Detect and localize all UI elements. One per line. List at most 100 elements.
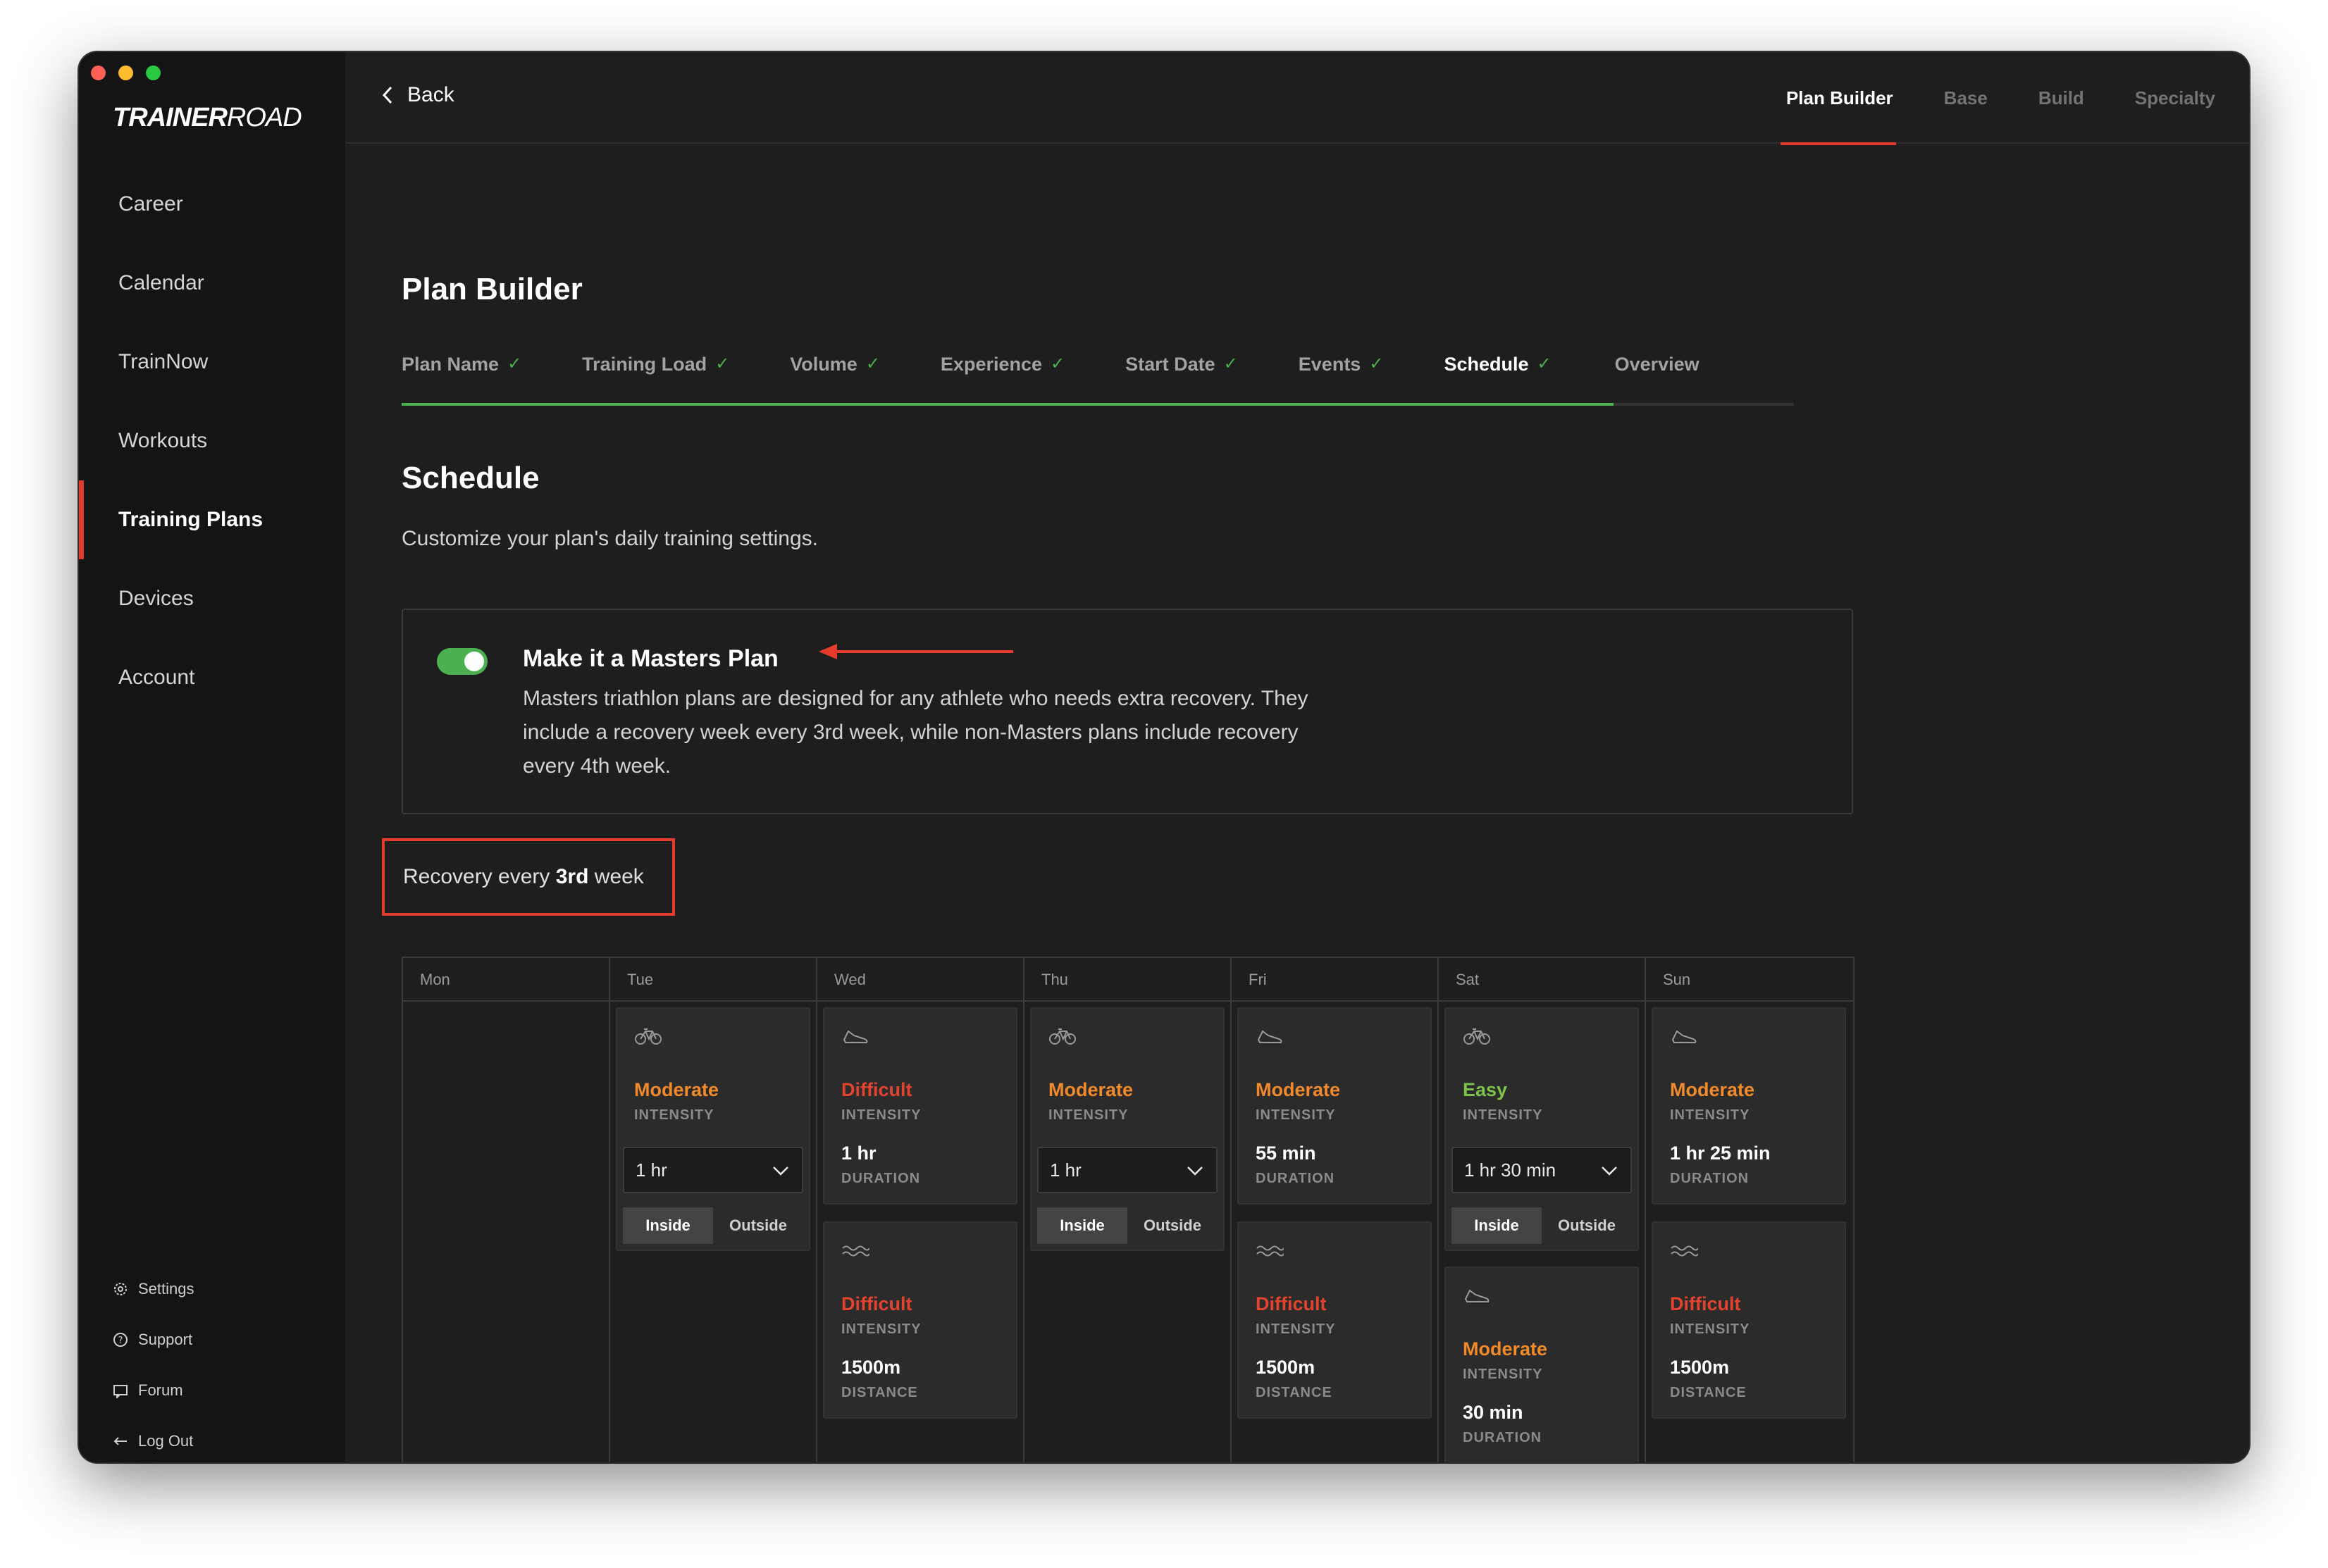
sidebar-item-label: Training Plans xyxy=(118,508,264,531)
day-label-mon: Mon xyxy=(420,971,450,988)
duration-label: DURATION xyxy=(1670,1171,1750,1186)
logout-icon xyxy=(113,1437,127,1445)
step-progress: Plan Name ✓ Training Load ✓ Volume ✓ Experi… xyxy=(402,354,1794,393)
workout-card-sun-run[interactable]: Moderate INTENSITY 1 hr 25 min DURATION xyxy=(1652,1007,1846,1205)
outside-option[interactable]: Outside xyxy=(713,1207,803,1244)
intensity-value: Moderate xyxy=(1670,1079,1755,1100)
distance-label: DISTANCE xyxy=(1256,1385,1332,1400)
run-shoe-icon xyxy=(1671,1030,1697,1043)
step-schedule[interactable]: Schedule ✓ xyxy=(1444,354,1551,393)
sidebar-nav: Career Calendar TrainNow Workouts Traini… xyxy=(79,165,345,717)
sidebar-item-calendar[interactable]: Calendar xyxy=(79,244,345,323)
workout-card-sun-swim[interactable]: Difficult INTENSITY 1500m DISTANCE xyxy=(1652,1221,1846,1419)
workout-card-thu-bike[interactable]: Moderate INTENSITY 1 hr Inside Outside xyxy=(1030,1007,1225,1251)
support-label: Support xyxy=(138,1331,193,1348)
workout-card-wed-swim[interactable]: Difficult INTENSITY 1500m DISTANCE xyxy=(823,1221,1017,1419)
column-divider xyxy=(1023,958,1024,1462)
step-start-date[interactable]: Start Date ✓ xyxy=(1125,354,1238,393)
duration-select-value: 1 hr 30 min xyxy=(1464,1159,1556,1181)
tab-build[interactable]: Build xyxy=(2038,52,2084,144)
workout-card-wed-run[interactable]: Difficult INTENSITY 1 hr DURATION xyxy=(823,1007,1017,1205)
workout-card-sat-bike[interactable]: Easy INTENSITY 1 hr 30 min Inside Outside xyxy=(1444,1007,1639,1251)
masters-plan-description: Masters triathlon plans are designed for… xyxy=(523,687,1308,778)
minimize-window-button[interactable] xyxy=(118,66,133,80)
step-label: Schedule xyxy=(1444,354,1529,375)
intensity-value: Easy xyxy=(1463,1079,1508,1100)
workout-card-tue-bike[interactable]: Moderate INTENSITY 1 hr Inside Outside xyxy=(616,1007,810,1251)
close-window-button[interactable] xyxy=(91,66,106,80)
svg-text:?: ? xyxy=(118,1336,123,1346)
back-label: Back xyxy=(407,83,454,106)
forum-link[interactable]: Forum xyxy=(113,1365,194,1416)
support-link[interactable]: ? Support xyxy=(113,1314,194,1365)
window-controls xyxy=(91,66,161,80)
workout-card-sat-run[interactable]: Moderate INTENSITY 30 min DURATION xyxy=(1444,1267,1639,1462)
schedule-header: Mon Tue Wed Thu Fri Sat Sun xyxy=(403,958,1853,1002)
day-label-wed: Wed xyxy=(834,971,866,988)
masters-plan-title: Make it a Masters Plan xyxy=(523,645,779,672)
duration-select[interactable]: 1 hr xyxy=(1037,1147,1218,1193)
tab-base[interactable]: Base xyxy=(1944,52,1988,144)
intensity-value: Difficult xyxy=(841,1079,912,1100)
distance-value: 1500m xyxy=(1670,1357,1730,1378)
inside-option[interactable]: Inside xyxy=(623,1207,713,1244)
sidebar-item-workouts[interactable]: Workouts xyxy=(79,402,345,480)
step-training-load[interactable]: Training Load ✓ xyxy=(582,354,729,393)
intensity-label: INTENSITY xyxy=(634,1107,714,1123)
outside-option[interactable]: Outside xyxy=(1127,1207,1218,1244)
tab-specialty[interactable]: Specialty xyxy=(2135,52,2215,144)
masters-plan-toggle[interactable] xyxy=(437,648,488,675)
duration-label: DURATION xyxy=(841,1171,921,1186)
distance-label: DISTANCE xyxy=(1670,1385,1747,1400)
step-label: Volume xyxy=(790,354,857,375)
app-window: TRAINERROAD Career Calendar TrainNow Wor… xyxy=(79,52,2249,1462)
intensity-value: Moderate xyxy=(1256,1079,1341,1100)
step-volume[interactable]: Volume ✓ xyxy=(790,354,880,393)
step-experience[interactable]: Experience ✓ xyxy=(941,354,1065,393)
settings-link[interactable]: Settings xyxy=(113,1264,194,1314)
bike-icon xyxy=(1463,1028,1490,1045)
logout-link[interactable]: Log Out xyxy=(113,1416,194,1462)
sidebar-item-career[interactable]: Career xyxy=(79,165,345,244)
app-logo[interactable]: TRAINERROAD xyxy=(113,103,302,133)
inside-option[interactable]: Inside xyxy=(1037,1207,1127,1244)
duration-select[interactable]: 1 hr xyxy=(623,1147,803,1193)
intensity-value: Moderate xyxy=(1048,1079,1134,1100)
intensity-label: INTENSITY xyxy=(1256,1107,1336,1123)
inside-option[interactable]: Inside xyxy=(1451,1207,1542,1244)
workout-card-fri-swim[interactable]: Difficult INTENSITY 1500m DISTANCE xyxy=(1237,1221,1432,1419)
run-shoe-icon xyxy=(843,1030,868,1043)
tab-plan-builder[interactable]: Plan Builder xyxy=(1780,52,1896,145)
zoom-window-button[interactable] xyxy=(146,66,161,80)
step-label: Events xyxy=(1298,354,1361,375)
intensity-label: INTENSITY xyxy=(1670,1321,1750,1337)
outside-option[interactable]: Outside xyxy=(1542,1207,1632,1244)
run-shoe-icon xyxy=(1464,1289,1490,1302)
section-description: Customize your plan's daily training set… xyxy=(402,527,819,550)
column-divider xyxy=(816,958,817,1462)
step-events[interactable]: Events ✓ xyxy=(1299,354,1384,393)
sidebar-item-training-plans[interactable]: Training Plans xyxy=(79,480,345,559)
check-icon: ✓ xyxy=(1051,354,1065,373)
sidebar-item-devices[interactable]: Devices xyxy=(79,559,345,638)
check-icon: ✓ xyxy=(715,354,730,373)
back-button[interactable]: Back xyxy=(380,83,454,107)
help-icon: ? xyxy=(113,1333,128,1347)
sidebar-item-label: Calendar xyxy=(118,271,204,294)
step-plan-name[interactable]: Plan Name ✓ xyxy=(402,354,521,393)
top-tabs: Plan Builder Base Build Specialty xyxy=(1780,52,2215,145)
workout-card-fri-run[interactable]: Moderate INTENSITY 55 min DURATION xyxy=(1237,1007,1432,1205)
chevron-down-icon xyxy=(773,1166,788,1176)
sidebar-item-account[interactable]: Account xyxy=(79,638,345,717)
duration-select[interactable]: 1 hr 30 min xyxy=(1451,1147,1632,1193)
recovery-suffix: week xyxy=(588,865,644,888)
main-area: Back Plan Builder Base Build Specialty P… xyxy=(345,52,2249,1462)
step-overview[interactable]: Overview xyxy=(1615,354,1699,393)
check-icon: ✓ xyxy=(865,354,880,373)
sidebar-item-trainnow[interactable]: TrainNow xyxy=(79,323,345,402)
sidebar-bottom-links: Settings ? Support Forum Log Out xyxy=(113,1264,194,1462)
step-label: Experience xyxy=(940,354,1043,375)
logo-light-text: ROAD xyxy=(226,103,302,132)
duration-value: 30 min xyxy=(1463,1402,1523,1423)
tab-label: Plan Builder xyxy=(1785,87,1893,108)
